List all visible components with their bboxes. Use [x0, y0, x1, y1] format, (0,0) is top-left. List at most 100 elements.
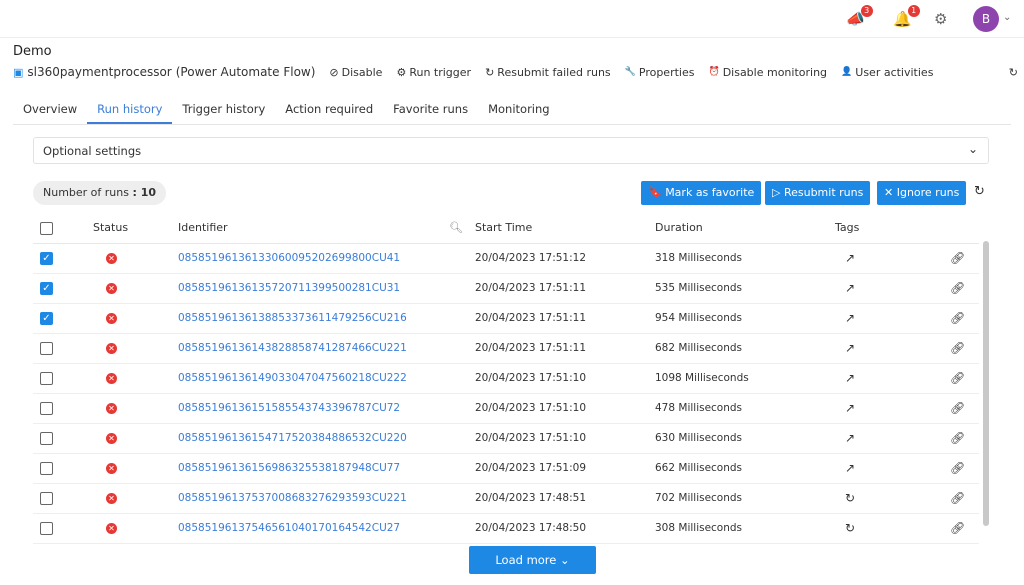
link-icon[interactable]: 🔗︎ — [950, 281, 965, 295]
link-icon[interactable]: 🔗︎ — [950, 401, 965, 415]
external-link-icon[interactable]: ↗ — [845, 401, 855, 415]
user-icon: 👤 — [841, 67, 852, 77]
error-status-icon: ✕ — [106, 403, 117, 414]
duration: 478 Milliseconds — [655, 393, 835, 423]
start-time: 20/04/2023 17:48:50 — [475, 513, 655, 543]
external-link-icon[interactable]: ↗ — [845, 281, 855, 295]
external-link-icon[interactable]: ↗ — [845, 251, 855, 265]
resubmit-icon[interactable]: ↻ — [845, 491, 855, 505]
row-checkbox[interactable] — [40, 342, 53, 355]
run-identifier-link[interactable]: 08585196136151585543743396787CU72 — [178, 402, 400, 414]
select-all-checkbox[interactable] — [40, 222, 53, 235]
tab-favorite-runs[interactable]: Favorite runs — [383, 96, 478, 124]
link-icon[interactable]: 🔗︎ — [950, 341, 965, 355]
runs-count-value: : 10 — [132, 186, 156, 199]
resubmit-failed-runs-button[interactable]: ↻Resubmit failed runs — [485, 66, 611, 79]
column-start-time: Start Time — [475, 213, 655, 243]
link-icon[interactable]: 🔗︎ — [950, 461, 965, 475]
user-activities-label: User activities — [855, 66, 933, 79]
row-checkbox[interactable] — [40, 402, 53, 415]
scrollbar[interactable] — [983, 241, 989, 526]
row-checkbox[interactable]: ✓ — [40, 312, 53, 325]
duration: 630 Milliseconds — [655, 423, 835, 453]
mark-favorite-button[interactable]: 🔖 Mark as favorite — [641, 181, 761, 205]
properties-button[interactable]: 🔧Properties — [625, 66, 695, 79]
notification-badge: 1 — [908, 5, 920, 17]
duration: 662 Milliseconds — [655, 453, 835, 483]
link-icon[interactable]: 🔗︎ — [950, 431, 965, 445]
disable-label: Disable — [342, 66, 383, 79]
row-checkbox[interactable] — [40, 492, 53, 505]
error-status-icon: ✕ — [106, 343, 117, 354]
table-row: ✕ 08585196136143828858741287466CU221 20/… — [33, 333, 979, 363]
run-identifier-link[interactable]: 08585196136135720711399500281CU31 — [178, 282, 400, 294]
run-trigger-label: Run trigger — [409, 66, 471, 79]
row-checkbox[interactable]: ✓ — [40, 252, 53, 265]
resubmit-icon[interactable]: ↻ — [845, 521, 855, 535]
table-row: ✕ 08585196136149033047047560218CU222 20/… — [33, 363, 979, 393]
bell-icon[interactable]: 🔔1 — [893, 10, 912, 28]
error-status-icon: ✕ — [106, 253, 117, 264]
optional-settings-accordion[interactable]: Optional settings⌄ — [33, 137, 989, 164]
link-icon[interactable]: 🔗︎ — [950, 371, 965, 385]
chevron-down-icon[interactable]: ⌄ — [1003, 12, 1011, 23]
refresh-icon[interactable]: ↻ — [974, 184, 985, 199]
start-time: 20/04/2023 17:51:11 — [475, 273, 655, 303]
avatar[interactable]: B — [973, 6, 999, 32]
run-identifier-link[interactable]: 08585196136154717520384886532CU220 — [178, 432, 407, 444]
link-icon[interactable]: 🔗︎ — [950, 521, 965, 535]
gear-icon[interactable]: ⚙ — [934, 10, 947, 28]
external-link-icon[interactable]: ↗ — [845, 311, 855, 325]
row-checkbox[interactable] — [40, 462, 53, 475]
disable-monitoring-button[interactable]: ⏰Disable monitoring — [708, 66, 827, 79]
external-link-icon[interactable]: ↗ — [845, 461, 855, 475]
table-row: ✕ 08585196136154717520384886532CU220 20/… — [33, 423, 979, 453]
column-tags: Tags — [835, 213, 895, 243]
run-identifier-link[interactable]: 08585196136133060095202699800CU41 — [178, 252, 400, 264]
user-activities-button[interactable]: 👤User activities — [841, 66, 933, 79]
flow-icon: ▣ — [13, 66, 23, 79]
external-link-icon[interactable]: ↗ — [845, 431, 855, 445]
link-icon[interactable]: 🔗︎ — [950, 251, 965, 265]
table-row: ✕ 08585196136156986325538187948CU77 20/0… — [33, 453, 979, 483]
link-icon[interactable]: 🔗︎ — [950, 491, 965, 505]
ignore-runs-button[interactable]: ✕ Ignore runs — [877, 181, 966, 205]
column-status: Status — [93, 213, 178, 243]
duration: 682 Milliseconds — [655, 333, 835, 363]
refresh-button[interactable]: ↻ — [1009, 66, 1018, 79]
tab-action-required[interactable]: Action required — [275, 96, 383, 124]
resubmit-runs-button[interactable]: ▷ Resubmit runs — [765, 181, 870, 205]
run-trigger-button[interactable]: ⚙Run trigger — [396, 66, 471, 79]
external-link-icon[interactable]: ↗ — [845, 341, 855, 355]
table-row: ✕ 08585196136151585543743396787CU72 20/0… — [33, 393, 979, 423]
announcement-icon[interactable]: 📣3 — [846, 10, 865, 28]
run-identifier-link[interactable]: 08585196137537008683276293593CU221 — [178, 492, 407, 504]
tab-bar: Overview Run history Trigger history Act… — [13, 96, 1011, 125]
load-more-button[interactable]: Load more ⌄ — [469, 546, 596, 574]
run-identifier-link[interactable]: 08585196137546561040170164542CU27 — [178, 522, 400, 534]
run-identifier-link[interactable]: 08585196136138853373611479256CU216 — [178, 312, 407, 324]
run-identifier-link[interactable]: 08585196136149033047047560218CU222 — [178, 372, 407, 384]
tab-run-history[interactable]: Run history — [87, 96, 172, 124]
link-icon[interactable]: 🔗︎ — [950, 311, 965, 325]
top-bar: 📣3 🔔1 ⚙ B ⌄ — [0, 0, 1024, 38]
flow-type: (Power Automate Flow) — [176, 65, 316, 79]
tab-monitoring[interactable]: Monitoring — [478, 96, 560, 124]
search-icon[interactable]: 🔍︎ — [449, 221, 463, 234]
start-time: 20/04/2023 17:51:12 — [475, 243, 655, 273]
tab-trigger-history[interactable]: Trigger history — [172, 96, 275, 124]
error-status-icon: ✕ — [106, 523, 117, 534]
runs-table: Status Identifier🔍︎ Start Time Duration … — [33, 213, 979, 544]
tab-overview[interactable]: Overview — [13, 96, 87, 124]
page-title: Demo — [13, 44, 52, 59]
row-checkbox[interactable] — [40, 372, 53, 385]
start-time: 20/04/2023 17:51:09 — [475, 453, 655, 483]
row-checkbox[interactable] — [40, 432, 53, 445]
external-link-icon[interactable]: ↗ — [845, 371, 855, 385]
run-identifier-link[interactable]: 08585196136156986325538187948CU77 — [178, 462, 400, 474]
optional-settings-label: Optional settings — [43, 144, 141, 158]
run-identifier-link[interactable]: 08585196136143828858741287466CU221 — [178, 342, 407, 354]
row-checkbox[interactable] — [40, 522, 53, 535]
disable-button[interactable]: ⊘Disable — [329, 66, 382, 79]
row-checkbox[interactable]: ✓ — [40, 282, 53, 295]
